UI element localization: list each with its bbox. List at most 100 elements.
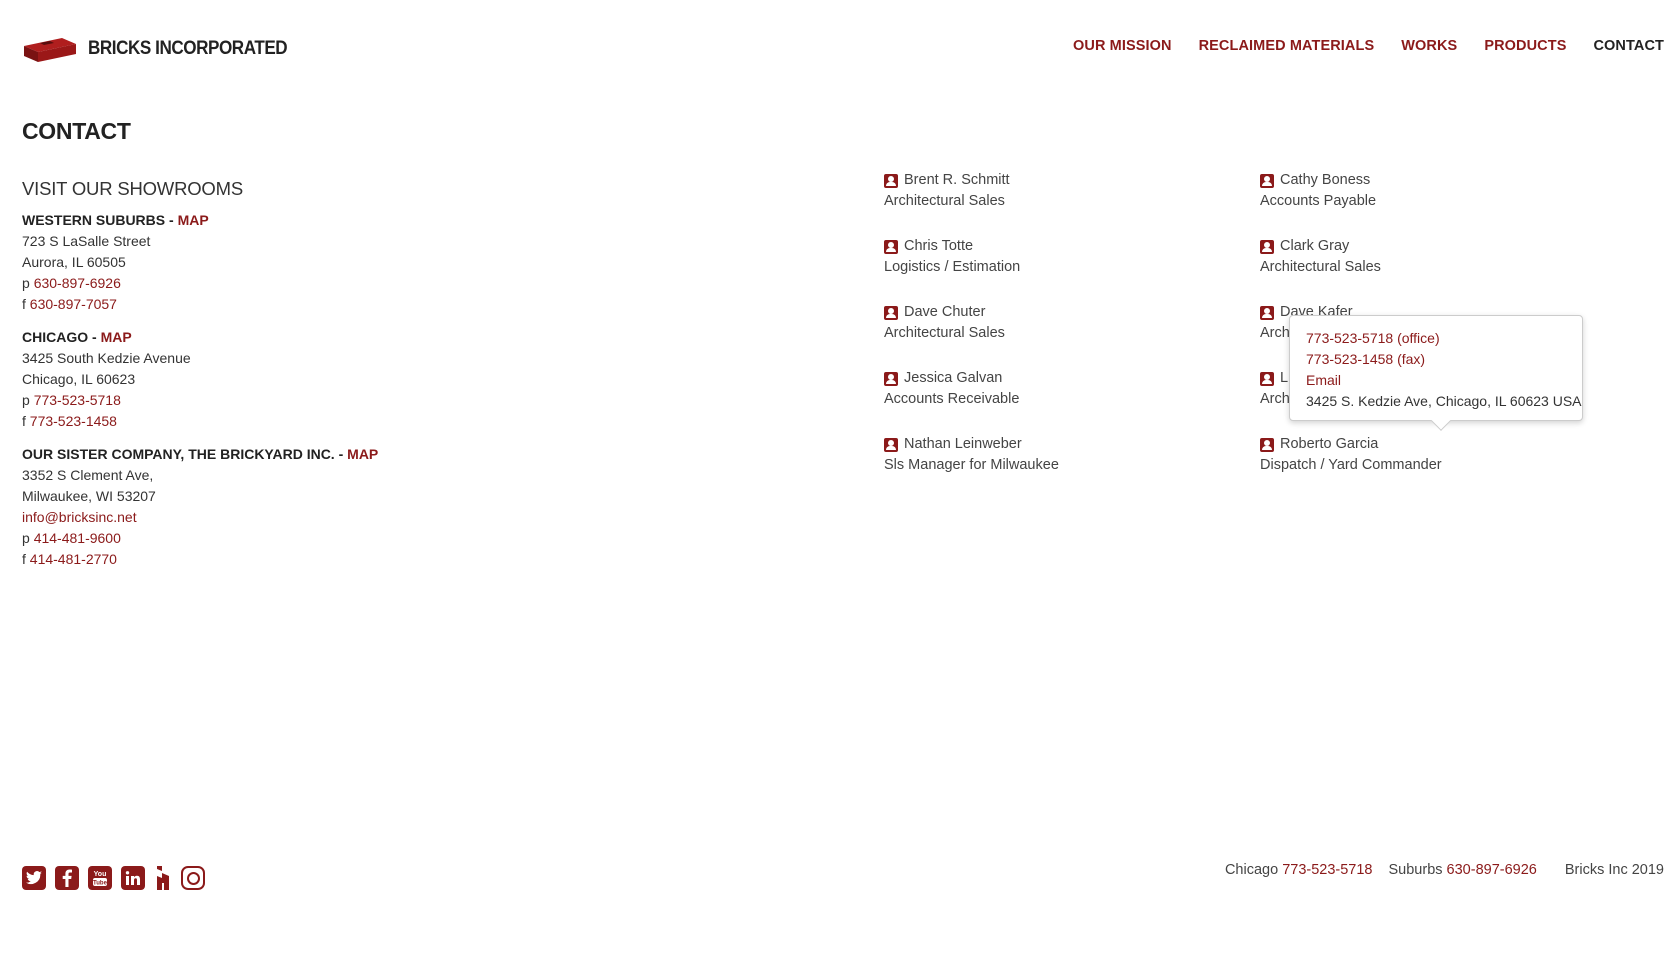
staff-name-link[interactable]: Jessica Galvan (884, 368, 1059, 389)
fax-prefix: f (22, 413, 30, 429)
location-separator: - (88, 329, 101, 345)
phone-link[interactable]: 773-523-5718 (34, 392, 121, 408)
address-line: Milwaukee, WI 53207 (22, 488, 156, 504)
location-name: CHICAGO (22, 329, 89, 345)
email-link[interactable]: info@bricksinc.net (22, 509, 137, 525)
nav-works[interactable]: WORKS (1401, 38, 1457, 54)
site-header: BRICKS INCORPORATED OUR MISSION RECLAIME… (0, 0, 1680, 100)
phone-prefix: p (22, 392, 34, 408)
footer-chicago-label: Chicago (1224, 862, 1279, 878)
logo-link[interactable]: BRICKS INCORPORATED (22, 34, 309, 64)
staff-name: Chris Totte (904, 238, 974, 254)
staff-role: Sls Manager for Milwaukee (884, 457, 1059, 473)
popover-fax[interactable]: 773-523-1458 (fax) (1306, 349, 1566, 370)
staff-role: Logistics / Estimation (884, 259, 1021, 275)
nav-contact[interactable]: CONTACT (1593, 38, 1664, 54)
staff-card: Cathy Boness Accounts Payable (1260, 170, 1442, 236)
footer-suburbs-phone[interactable]: 630-897-6926 (1447, 862, 1537, 878)
staff-role: Architectural Sales (884, 325, 1005, 341)
map-link[interactable]: MAP (347, 446, 378, 462)
staff-role: Accounts Payable (1260, 193, 1377, 209)
svg-text:You: You (94, 871, 107, 878)
location-western-suburbs: WESTERN SUBURBS - MAP 723 S LaSalle Stre… (22, 210, 522, 315)
staff-card: Brent R. Schmitt Architectural Sales (884, 170, 1059, 236)
contact-card-icon (1260, 305, 1274, 320)
houzz-icon[interactable] (154, 866, 172, 890)
staff-name-link[interactable]: Dave Chuter (884, 302, 1059, 323)
phone-prefix: p (22, 530, 34, 546)
contact-card-icon (1260, 239, 1274, 254)
staff-role: Accounts Receivable (884, 391, 1020, 407)
contact-card-icon (884, 173, 898, 188)
site-footer: You Tube Chicago 773-523-5718 Suburbs 630… (0, 860, 1680, 900)
contact-card-icon (884, 437, 898, 452)
svg-text:Tube: Tube (93, 881, 108, 887)
staff-role: Architectural Sales (1260, 259, 1381, 275)
phone-link[interactable]: 630-897-6926 (34, 275, 121, 291)
staff-name: Cathy Boness (1280, 172, 1371, 188)
brand-name: BRICKS INCORPORATED (88, 38, 288, 59)
staff-name-link[interactable]: Cathy Boness (1260, 170, 1442, 191)
nav-products[interactable]: PRODUCTS (1484, 38, 1566, 54)
popover-email-link[interactable]: Email (1306, 370, 1566, 391)
map-link[interactable]: MAP (178, 212, 209, 228)
location-name: OUR SISTER COMPANY, THE BRICKYARD INC. (22, 446, 335, 462)
staff-role: Architectural Sales (884, 193, 1005, 209)
location-separator: - (334, 446, 348, 462)
linkedin-icon[interactable] (121, 866, 145, 890)
address-line: 3425 South Kedzie Avenue (22, 350, 191, 366)
page-title: CONTACT (22, 118, 131, 144)
copyright: Bricks Inc 2019 (1564, 862, 1664, 878)
location-brickyard: OUR SISTER COMPANY, THE BRICKYARD INC. -… (22, 444, 522, 570)
staff-name: Jessica Galvan (904, 370, 1003, 386)
popover-address: 3425 S. Kedzie Ave, Chicago, IL 60623 US… (1306, 393, 1582, 409)
popover-office-phone[interactable]: 773-523-5718 (office) (1306, 328, 1566, 349)
address-line: 723 S LaSalle Street (22, 233, 151, 249)
staff-column-1: Brent R. Schmitt Architectural Sales Chr… (884, 170, 1059, 500)
fax-prefix: f (22, 296, 30, 312)
staff-card: Jessica Galvan Accounts Receivable (884, 368, 1059, 434)
staff-name-link[interactable]: Nathan Leinweber (884, 434, 1059, 455)
staff-name: Clark Gray (1280, 238, 1350, 254)
staff-name: Roberto Garcia (1280, 436, 1379, 452)
fax-link[interactable]: 773-523-1458 (30, 413, 117, 429)
showrooms-section: VISIT OUR SHOWROOMS WESTERN SUBURBS - MA… (22, 178, 522, 582)
staff-name-link[interactable]: Brent R. Schmitt (884, 170, 1059, 191)
fax-link[interactable]: 630-897-7057 (30, 296, 117, 312)
contact-card-icon (1260, 173, 1274, 188)
contact-card-icon (884, 305, 898, 320)
staff-card: Clark Gray Architectural Sales (1260, 236, 1442, 302)
staff-card: Dave Chuter Architectural Sales (884, 302, 1059, 368)
social-links: You Tube (22, 866, 205, 890)
staff-name: Dave Chuter (904, 304, 986, 320)
phone-link[interactable]: 414-481-9600 (34, 530, 121, 546)
twitter-icon[interactable] (22, 866, 46, 890)
contact-card-icon (884, 239, 898, 254)
staff-role: Dispatch / Yard Commander (1260, 457, 1442, 473)
contact-card-icon (1260, 371, 1274, 386)
staff-name-link[interactable]: Clark Gray (1260, 236, 1442, 257)
address-line: Chicago, IL 60623 (22, 371, 136, 387)
youtube-icon[interactable]: You Tube (88, 866, 112, 890)
brick-logo-icon (24, 38, 76, 62)
staff-card: Chris Totte Logistics / Estimation (884, 236, 1059, 302)
footer-contact-info: Chicago 773-523-5718 Suburbs 630-897-692… (1225, 862, 1664, 878)
contact-card-icon (884, 371, 898, 386)
staff-name-link[interactable]: Roberto Garcia (1260, 434, 1442, 455)
staff-name-link[interactable]: Chris Totte (884, 236, 1059, 257)
phone-prefix: p (22, 275, 34, 291)
nav-reclaimed-materials[interactable]: RECLAIMED MATERIALS (1199, 38, 1375, 54)
facebook-icon[interactable] (55, 866, 79, 890)
fax-link[interactable]: 414-481-2770 (30, 551, 117, 567)
footer-chicago-phone[interactable]: 773-523-5718 (1282, 862, 1372, 878)
contact-card-icon (1260, 437, 1274, 452)
fax-prefix: f (22, 551, 30, 567)
staff-card: Nathan Leinweber Sls Manager for Milwauk… (884, 434, 1059, 500)
map-link[interactable]: MAP (101, 329, 132, 345)
location-separator: - (165, 212, 178, 228)
staff-name: Brent R. Schmitt (904, 172, 1010, 188)
instagram-icon[interactable] (181, 866, 205, 890)
location-name: WESTERN SUBURBS (22, 212, 166, 228)
footer-suburbs-label: Suburbs (1388, 862, 1443, 878)
nav-our-mission[interactable]: OUR MISSION (1073, 38, 1172, 54)
